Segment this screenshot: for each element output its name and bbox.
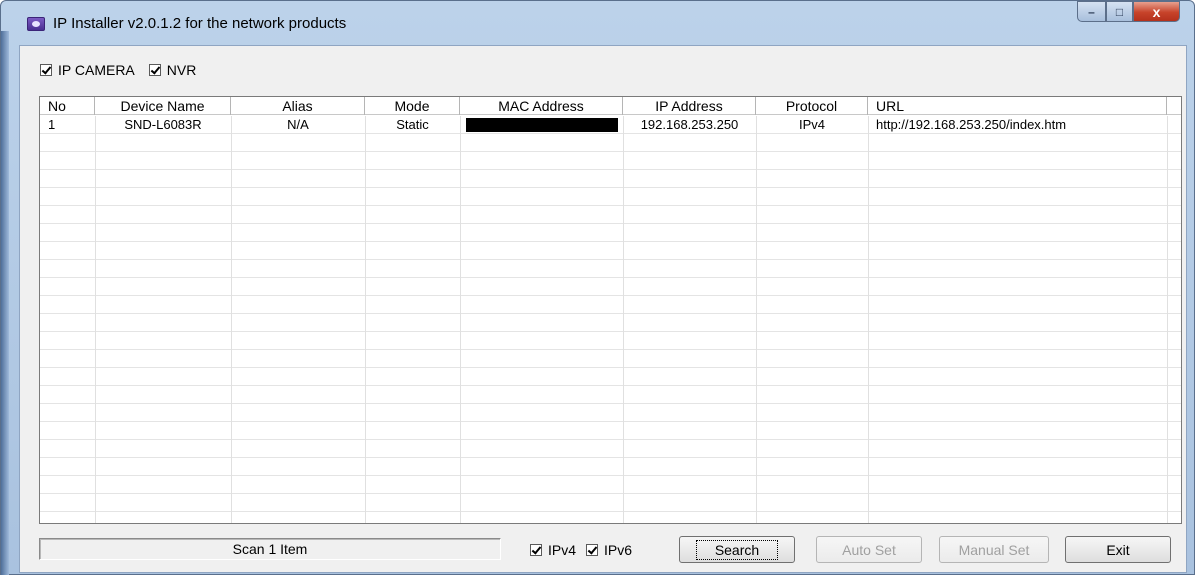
redaction-bar	[465, 117, 618, 132]
device-list-body: 1 SND-L6083R N/A Static 192.168.253.250 …	[40, 116, 1181, 523]
maximize-button[interactable]: □	[1106, 1, 1133, 22]
window-edge	[1, 31, 9, 575]
close-button[interactable]: x	[1133, 1, 1180, 22]
protocol-filters: IPv4 IPv6	[530, 542, 632, 558]
column-gridline	[365, 116, 366, 523]
scan-status-field: Scan 1 Item	[39, 538, 501, 560]
search-button-label: Search	[695, 539, 779, 560]
column-header-filler	[1167, 97, 1181, 115]
device-list[interactable]: No Device Name Alias Mode MAC Address IP…	[39, 96, 1182, 524]
column-header-mac-address[interactable]: MAC Address	[460, 97, 623, 115]
column-header-url[interactable]: URL	[868, 97, 1167, 115]
column-gridline	[868, 116, 869, 523]
device-list-header: No Device Name Alias Mode MAC Address IP…	[40, 97, 1181, 115]
app-window: IP Installer v2.0.1.2 for the network pr…	[0, 0, 1195, 575]
manual-set-button[interactable]: Manual Set	[939, 536, 1049, 563]
checkbox-checked-icon[interactable]	[586, 544, 599, 556]
column-header-no[interactable]: No	[40, 97, 95, 115]
column-gridline	[95, 116, 96, 523]
column-header-alias[interactable]: Alias	[231, 97, 365, 115]
ipv6-checkbox[interactable]: IPv6	[586, 542, 632, 558]
device-type-filters: IP CAMERA NVR	[40, 62, 196, 78]
title-bar[interactable]: IP Installer v2.0.1.2 for the network pr…	[9, 1, 1194, 45]
cell-no: 1	[48, 117, 56, 132]
nvr-label: NVR	[166, 62, 197, 78]
exit-button[interactable]: Exit	[1065, 536, 1171, 563]
eye-app-icon	[27, 17, 45, 31]
column-gridline	[623, 116, 624, 523]
ipv6-label: IPv6	[604, 542, 633, 558]
cell-alias: N/A	[287, 117, 309, 132]
window-title: IP Installer v2.0.1.2 for the network pr…	[53, 15, 347, 32]
table-row[interactable]: 1 SND-L6083R N/A Static 192.168.253.250 …	[40, 116, 1167, 133]
cell-mode: Static	[396, 117, 429, 132]
search-button[interactable]: Search	[679, 536, 795, 563]
cell-protocol: IPv4	[798, 117, 825, 132]
ip-camera-checkbox[interactable]: IP CAMERA	[40, 62, 135, 78]
window-controls: – □ x	[1077, 1, 1180, 23]
cell-ip-address: 192.168.253.250	[640, 117, 739, 132]
checkbox-checked-icon[interactable]	[148, 64, 161, 76]
nvr-checkbox[interactable]: NVR	[148, 62, 197, 78]
column-header-ip-address[interactable]: IP Address	[623, 97, 756, 115]
column-gridline	[1167, 116, 1168, 523]
minimize-button[interactable]: –	[1077, 1, 1106, 22]
ip-camera-label: IP CAMERA	[58, 62, 135, 78]
column-gridline	[231, 116, 232, 523]
cell-device-name: SND-L6083R	[124, 117, 202, 132]
auto-set-button[interactable]: Auto Set	[816, 536, 922, 563]
column-gridline	[756, 116, 757, 523]
column-header-mode[interactable]: Mode	[365, 97, 460, 115]
checkbox-checked-icon[interactable]	[40, 64, 52, 76]
column-header-device-name[interactable]: Device Name	[95, 97, 231, 115]
cell-url: http://192.168.253.250/index.htm	[876, 117, 1067, 132]
client-area: IP CAMERA NVR No Device Name Alias Mode …	[19, 45, 1187, 573]
checkbox-checked-icon[interactable]	[530, 544, 542, 556]
ipv4-checkbox[interactable]: IPv4	[530, 542, 576, 558]
ipv4-label: IPv4	[548, 542, 577, 558]
bottom-bar: Scan 1 Item IPv4 IPv6 Search Auto Set Ma…	[39, 536, 1182, 566]
column-header-protocol[interactable]: Protocol	[756, 97, 868, 115]
cell-mac-address	[460, 116, 623, 133]
column-gridline	[460, 116, 461, 523]
